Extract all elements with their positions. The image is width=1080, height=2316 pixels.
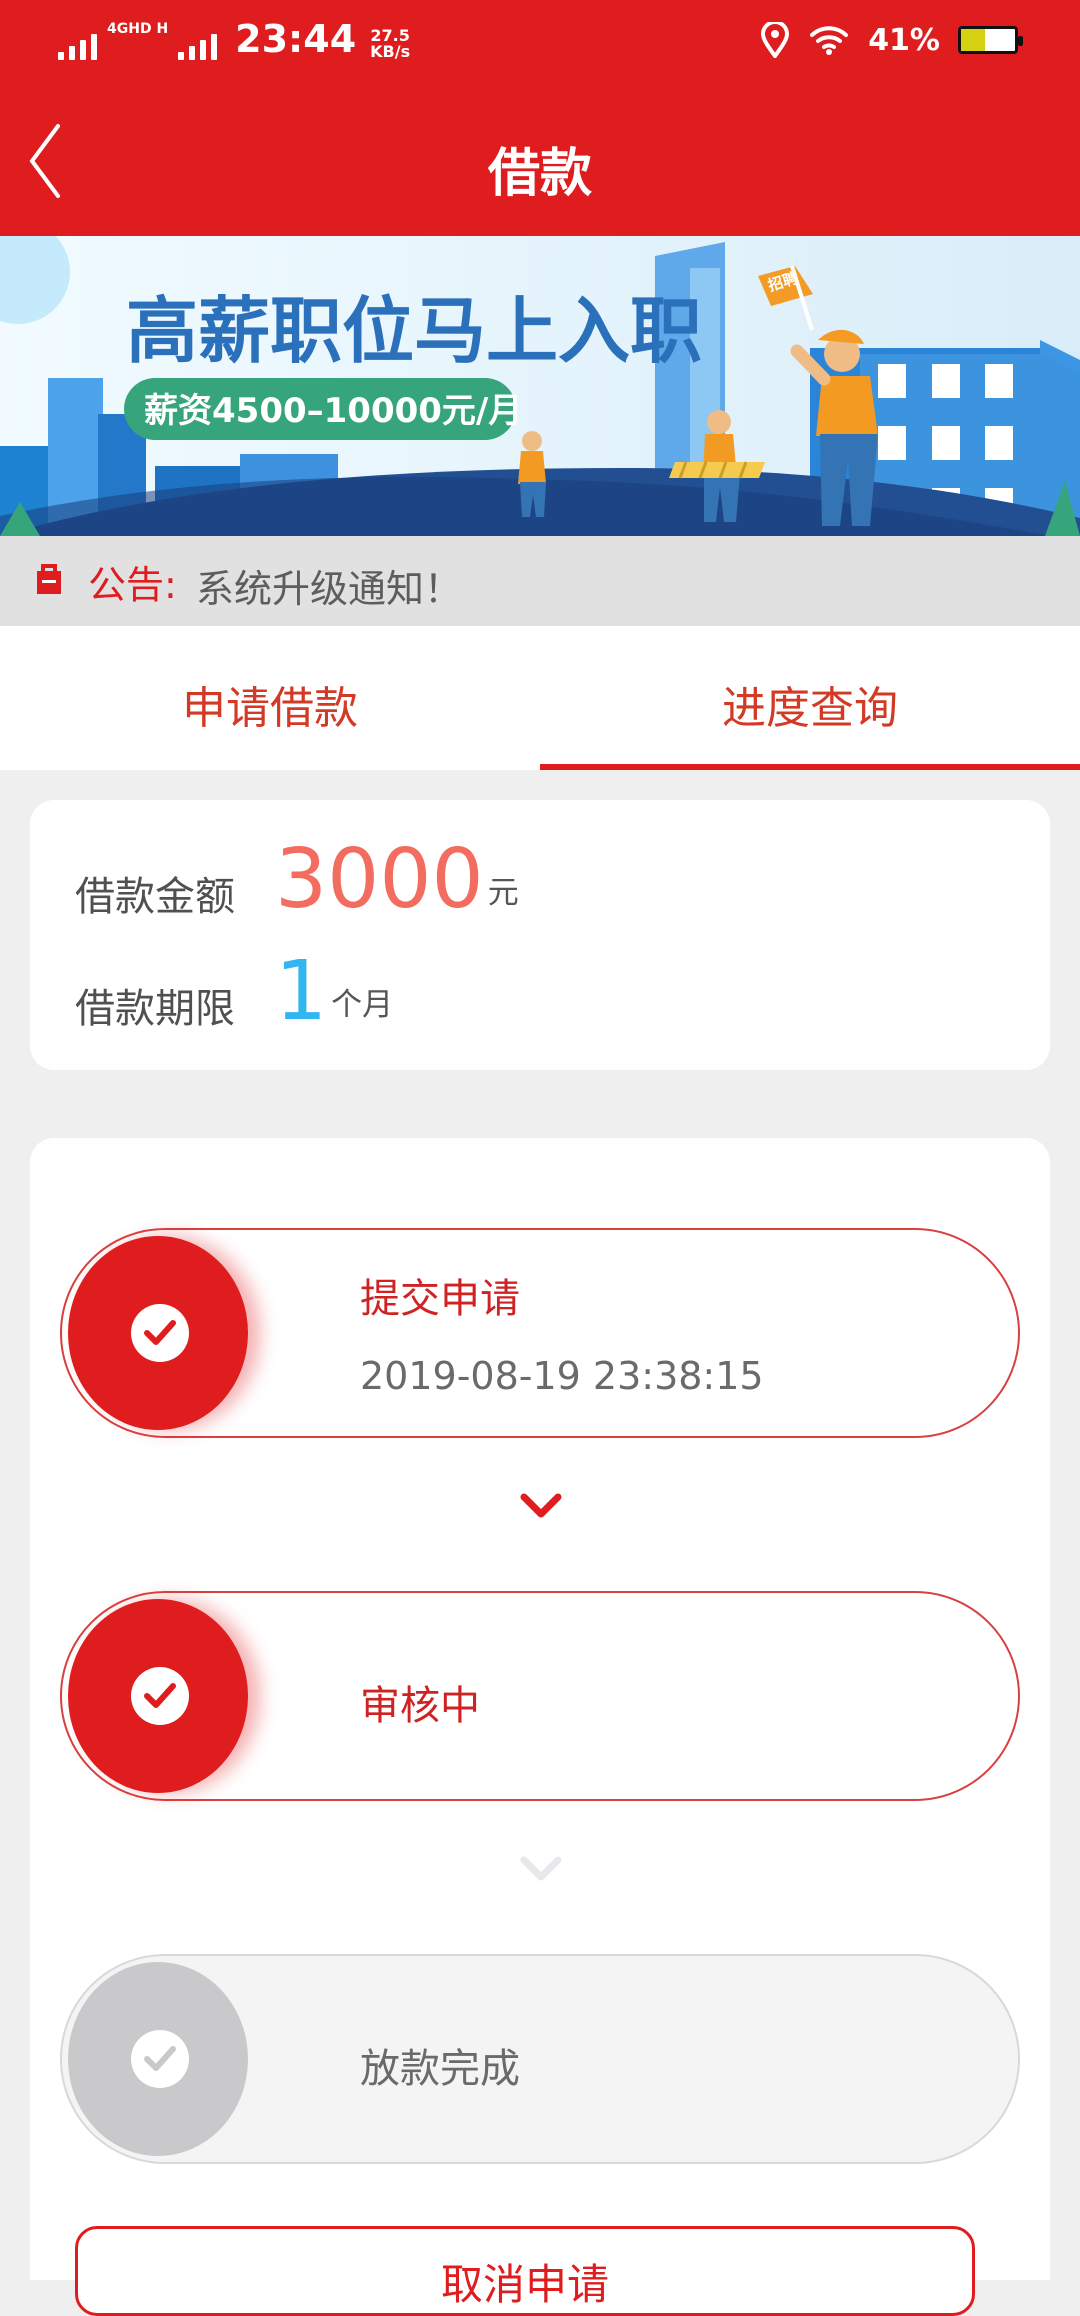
network-speed-unit: KB/s bbox=[370, 42, 411, 61]
status-right: 41% bbox=[760, 22, 1023, 58]
disbursement-status-circle bbox=[68, 1962, 248, 2156]
status-time: 23:44 bbox=[235, 17, 357, 61]
checkmark-icon bbox=[131, 1667, 189, 1725]
progress-step-time: 2019-08-19 23:38:15 bbox=[360, 1354, 764, 1398]
network-type: 4GHD H bbox=[107, 21, 169, 37]
notice-bar[interactable]: 公告: 系统升级通知！ bbox=[0, 536, 1080, 626]
notice-text: 系统升级通知！ bbox=[196, 567, 463, 611]
status-left: 4GHD H 23:44 27.5 KB/s bbox=[58, 18, 410, 60]
network-speed: 27.5 KB/s bbox=[370, 28, 410, 60]
loan-amount-value: 3000 bbox=[275, 832, 484, 927]
loan-amount-unit: 元 bbox=[487, 875, 519, 911]
signal-bars-icon bbox=[58, 26, 97, 60]
progress-step-title: 提交申请 bbox=[360, 1276, 520, 1322]
progress-step-title: 审核中 bbox=[360, 1683, 480, 1729]
battery-icon bbox=[958, 26, 1023, 54]
progress-step-review: 审核中 bbox=[60, 1591, 1020, 1801]
loan-amount-row: 借款金额 3000 元 bbox=[75, 838, 519, 922]
tab-bar: 申请借款 进度查询 bbox=[0, 626, 1080, 770]
tab-progress-query[interactable]: 进度查询 bbox=[540, 626, 1080, 770]
loan-term-label: 借款期限 bbox=[75, 986, 235, 1032]
notice-bag-icon bbox=[37, 564, 61, 594]
loan-term-unit: 个月 bbox=[331, 987, 394, 1023]
banner-headline: 高薪职位马上入职 bbox=[126, 289, 702, 373]
banner-salary: 薪资4500–10000元/月 bbox=[144, 391, 522, 431]
loan-term-value: 1 bbox=[275, 944, 328, 1039]
page-title: 借款 bbox=[487, 144, 592, 204]
checkmark-icon bbox=[131, 2030, 189, 2088]
chevron-down-icon bbox=[520, 1493, 562, 1518]
progress-step-title: 放款完成 bbox=[360, 2046, 520, 2092]
location-icon bbox=[761, 22, 790, 58]
wifi-icon bbox=[810, 26, 849, 55]
navigation-bar: 借款 bbox=[0, 86, 1080, 236]
loan-amount-label: 借款金额 bbox=[75, 874, 235, 920]
submit-status-circle bbox=[68, 1236, 248, 1430]
notice-label: 公告: bbox=[88, 563, 177, 607]
review-status-circle bbox=[68, 1599, 248, 1793]
checkmark-icon bbox=[131, 1304, 189, 1362]
battery-percent: 41% bbox=[868, 22, 940, 58]
chevron-down-icon bbox=[520, 1856, 562, 1881]
recruitment-banner[interactable]: 招聘 高薪职位马上入职 薪资4500–10000元/月 bbox=[0, 236, 1080, 536]
progress-step-disbursement: 放款完成 bbox=[60, 1954, 1020, 2164]
tab-apply-loan[interactable]: 申请借款 bbox=[0, 626, 540, 770]
status-bar: 4GHD H 23:44 27.5 KB/s 41% bbox=[0, 0, 1080, 86]
signal-bars-icon bbox=[178, 26, 218, 60]
banner-illustration: 招聘 高薪职位马上入职 薪资4500–10000元/月 bbox=[0, 236, 1080, 536]
progress-card: 提交申请 2019-08-19 23:38:15 审核中 放款完成 bbox=[30, 1138, 1050, 2280]
progress-step-submit: 提交申请 2019-08-19 23:38:15 bbox=[60, 1228, 1020, 1438]
loan-term-row: 借款期限 1 个月 bbox=[75, 950, 393, 1034]
cancel-application-button[interactable]: 取消申请 bbox=[75, 2226, 975, 2316]
loan-summary-card: 借款金额 3000 元 借款期限 1 个月 bbox=[30, 800, 1050, 1070]
